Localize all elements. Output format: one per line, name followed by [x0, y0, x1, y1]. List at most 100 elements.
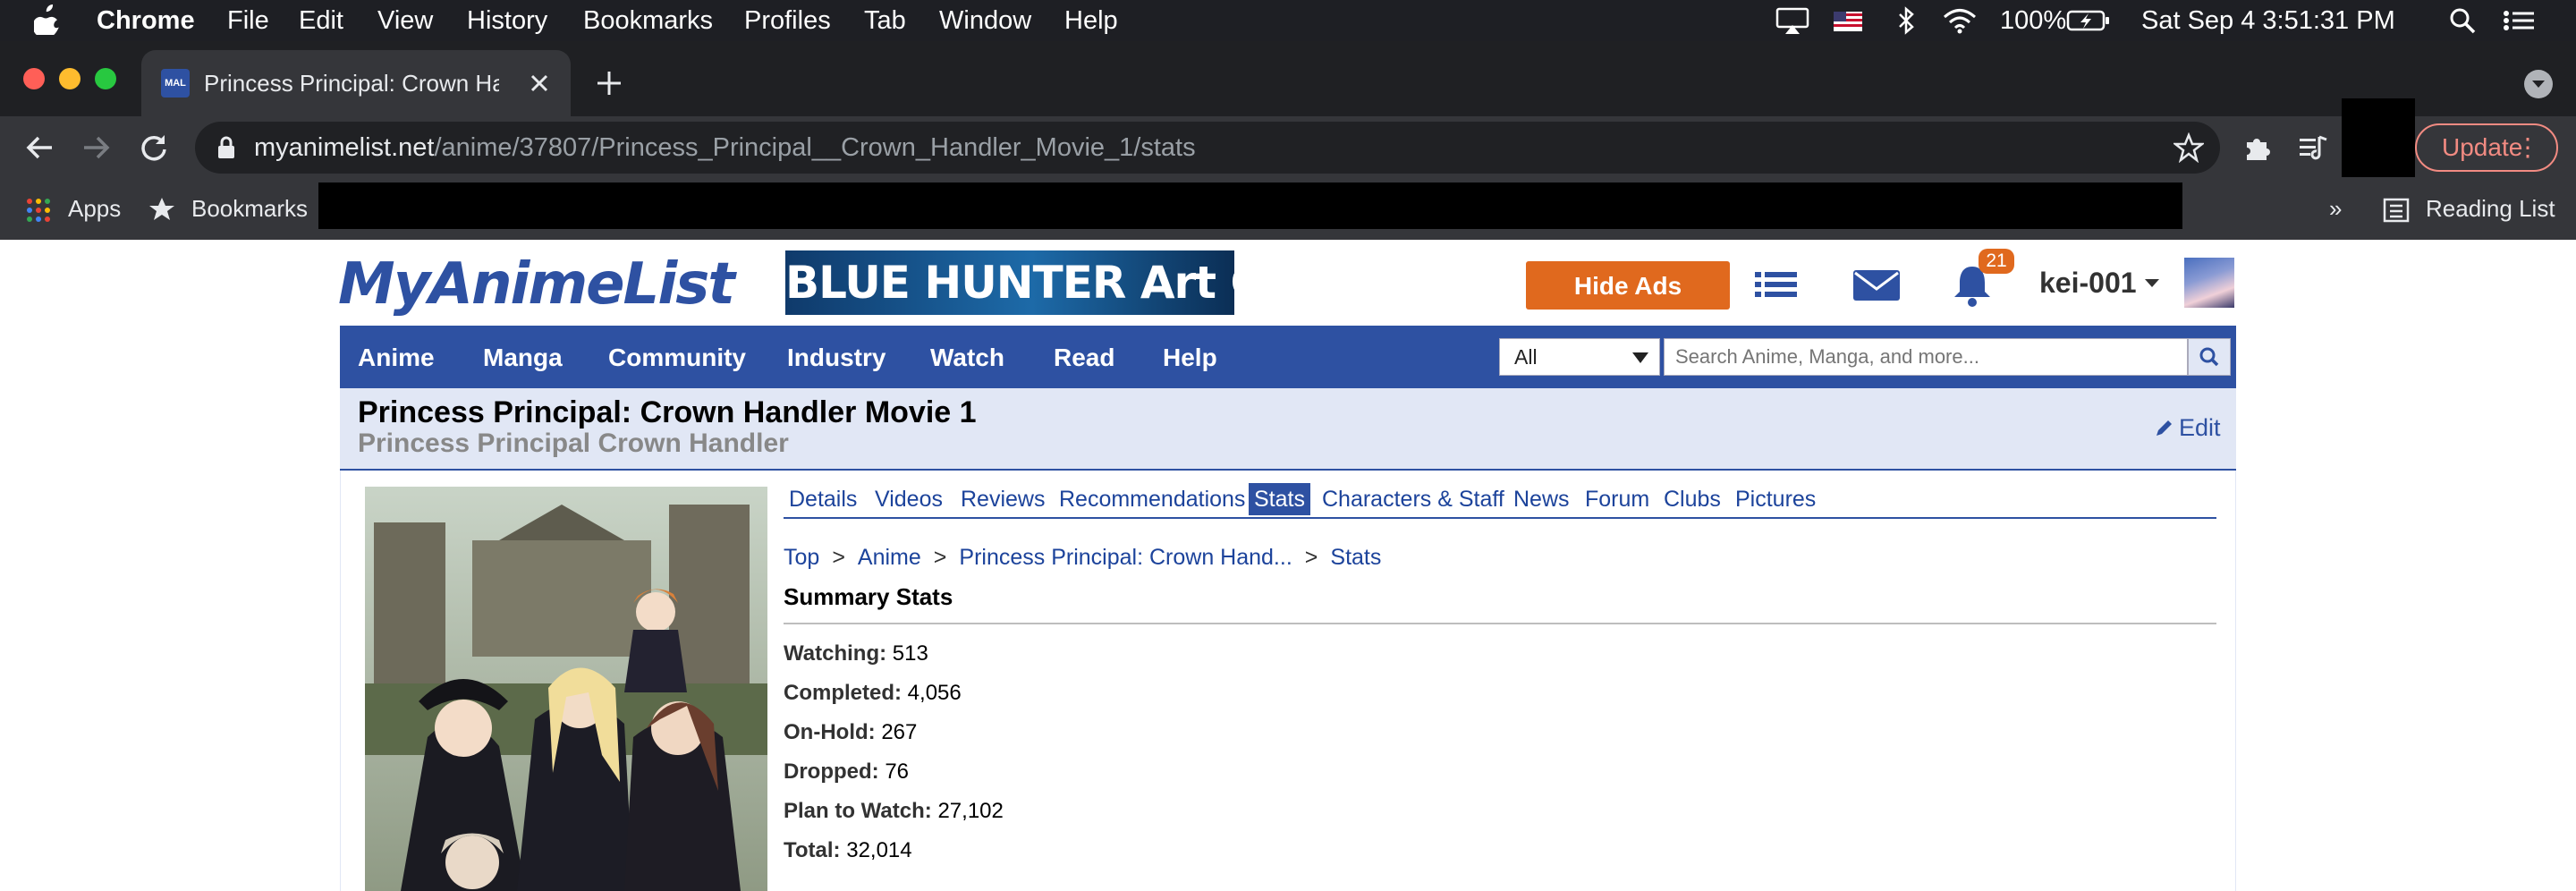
- caret-down-icon: [2144, 279, 2159, 287]
- contest-banner[interactable]: BLUE HUNTER Art Contest: [785, 250, 1234, 315]
- poster-artwork: [365, 487, 767, 891]
- anime-poster-image[interactable]: [365, 487, 767, 891]
- tab-search-dropdown-icon[interactable]: [2524, 70, 2553, 98]
- breadcrumb-top[interactable]: Top: [784, 545, 819, 570]
- edit-link[interactable]: Edit: [2154, 412, 2221, 444]
- nav-community[interactable]: Community: [608, 342, 746, 374]
- browser-tab-active[interactable]: MAL Princess Principal: Crown Handler Mo…: [141, 50, 571, 116]
- macos-menu-bar: Chrome File Edit View History Bookmarks …: [0, 0, 2576, 41]
- menu-app-name[interactable]: Chrome: [97, 5, 195, 36]
- search-category-select[interactable]: All: [1499, 338, 1660, 376]
- nav-industry[interactable]: Industry: [787, 342, 886, 374]
- tab-news[interactable]: News: [1508, 483, 1575, 515]
- menubar-clock[interactable]: Sat Sep 4 3:51:31 PM: [2141, 5, 2395, 36]
- tab-clubs[interactable]: Clubs: [1658, 483, 1726, 515]
- breadcrumb: Top > Anime > Princess Principal: Crown Hand…: [784, 545, 1382, 570]
- list-icon[interactable]: [1753, 259, 1800, 310]
- us-flag-icon[interactable]: [1832, 5, 1864, 36]
- stat-completed: Completed: 4,056: [784, 681, 962, 705]
- tab-recommendations[interactable]: Recommendations: [1054, 483, 1250, 515]
- anime-title-bar: Princess Principal: Crown Handler Movie …: [340, 388, 2236, 471]
- url-text[interactable]: myanimelist.net/anime/37807/Princess_Pri…: [254, 132, 1196, 164]
- reload-icon[interactable]: [138, 132, 170, 164]
- stat-plan-to-watch: Plan to Watch: 27,102: [784, 799, 1004, 823]
- reading-list-icon[interactable]: [2383, 197, 2410, 224]
- mal-logo[interactable]: MyAnimeList: [338, 252, 735, 317]
- breadcrumb-stats[interactable]: Stats: [1330, 545, 1381, 570]
- menu-bookmarks[interactable]: Bookmarks: [583, 5, 713, 36]
- menu-view[interactable]: View: [377, 5, 433, 36]
- window-close-button[interactable]: [23, 68, 45, 89]
- site-nav-bar: Anime Manga Community Industry Watch Rea…: [340, 326, 2236, 388]
- extensions-puzzle-icon[interactable]: [2241, 132, 2274, 164]
- bluetooth-icon[interactable]: [1894, 5, 1918, 36]
- tab-characters-staff[interactable]: Characters & Staff: [1317, 483, 1510, 515]
- spotlight-search-icon[interactable]: [2447, 5, 2478, 36]
- hide-ads-button[interactable]: Hide Ads: [1526, 261, 1730, 310]
- mail-envelope-icon[interactable]: [1852, 259, 1902, 310]
- control-center-icon[interactable]: [2501, 5, 2537, 36]
- airplay-icon[interactable]: [1775, 5, 1810, 36]
- menu-help[interactable]: Help: [1064, 5, 1118, 36]
- stat-watching: Watching: 513: [784, 641, 928, 666]
- nav-manga[interactable]: Manga: [483, 342, 563, 374]
- anime-title: Princess Principal: Crown Handler Movie …: [358, 395, 977, 429]
- window-zoom-button[interactable]: [95, 68, 116, 89]
- wifi-icon[interactable]: [1941, 5, 1979, 36]
- stat-dropped: Dropped: 76: [784, 759, 910, 784]
- menu-history[interactable]: History: [467, 5, 547, 36]
- window-minimize-button[interactable]: [59, 68, 80, 89]
- bookmark-apps[interactable]: Apps: [68, 193, 121, 224]
- nav-read[interactable]: Read: [1054, 342, 1114, 374]
- web-page: MyAnimeList BLUE HUNTER Art Contest Hide…: [0, 240, 2576, 891]
- forward-arrow-icon[interactable]: [80, 132, 113, 164]
- tab-forum[interactable]: Forum: [1580, 483, 1655, 515]
- breadcrumb-anime[interactable]: Anime: [858, 545, 921, 570]
- bookmark-folder-bookmarks[interactable]: Bookmarks: [191, 193, 308, 224]
- chevron-down-icon: [2532, 81, 2545, 88]
- tab-videos[interactable]: Videos: [869, 483, 948, 515]
- select-arrow-icon: [1632, 352, 1648, 363]
- browser-tab-strip: MAL Princess Principal: Crown Handler Mo…: [0, 41, 2576, 116]
- search-icon: [2199, 347, 2219, 367]
- more-vert-icon: ⋮: [2515, 133, 2540, 161]
- bookmarks-star-icon[interactable]: [148, 196, 175, 223]
- apple-logo-icon[interactable]: [34, 4, 61, 35]
- bookmarks-overflow-chevron-icon[interactable]: »: [2329, 193, 2342, 224]
- browser-toolbar: myanimelist.net/anime/37807/Princess_Pri…: [0, 98, 2576, 179]
- user-menu[interactable]: kei-001: [2039, 265, 2162, 301]
- bookmark-star-icon[interactable]: [2174, 132, 2204, 163]
- site-search-input[interactable]: [1664, 338, 2188, 376]
- menu-profiles[interactable]: Profiles: [744, 5, 831, 36]
- tab-pictures[interactable]: Pictures: [1730, 483, 1821, 515]
- tab-stats[interactable]: Stats: [1249, 483, 1310, 515]
- nav-anime[interactable]: Anime: [358, 342, 435, 374]
- user-avatar[interactable]: [2184, 258, 2234, 308]
- anime-tabs: Details Videos Reviews Recommendations S…: [784, 483, 2216, 519]
- nav-watch[interactable]: Watch: [930, 342, 1004, 374]
- lock-icon[interactable]: [216, 136, 236, 159]
- address-bar[interactable]: myanimelist.net/anime/37807/Princess_Pri…: [195, 122, 2220, 174]
- battery-charging-icon[interactable]: [2066, 5, 2111, 36]
- update-chrome-button[interactable]: Update ⋮: [2415, 123, 2558, 172]
- breadcrumb-title[interactable]: Princess Principal: Crown Hand...: [959, 545, 1292, 570]
- menu-tab[interactable]: Tab: [864, 5, 906, 36]
- redacted-profile-block: [2342, 98, 2415, 177]
- menu-file[interactable]: File: [227, 5, 269, 36]
- back-arrow-icon[interactable]: [23, 132, 55, 164]
- tab-reviews[interactable]: Reviews: [955, 483, 1050, 515]
- menu-edit[interactable]: Edit: [299, 5, 343, 36]
- tab-details[interactable]: Details: [784, 483, 862, 515]
- media-controls-icon[interactable]: [2297, 132, 2329, 164]
- summary-stats-heading: Summary Stats: [784, 583, 953, 610]
- battery-percent: 100%: [2000, 6, 2067, 35]
- close-tab-icon[interactable]: [526, 70, 553, 97]
- search-submit-button[interactable]: [2188, 338, 2231, 376]
- reading-list-button[interactable]: Reading List: [2426, 193, 2555, 224]
- new-tab-plus-icon[interactable]: [594, 68, 624, 98]
- apps-grid-icon[interactable]: [25, 197, 52, 224]
- nav-help[interactable]: Help: [1163, 342, 1217, 374]
- redacted-bookmarks-region: [318, 182, 2182, 229]
- menu-window[interactable]: Window: [939, 5, 1031, 36]
- pencil-icon: [2157, 420, 2172, 436]
